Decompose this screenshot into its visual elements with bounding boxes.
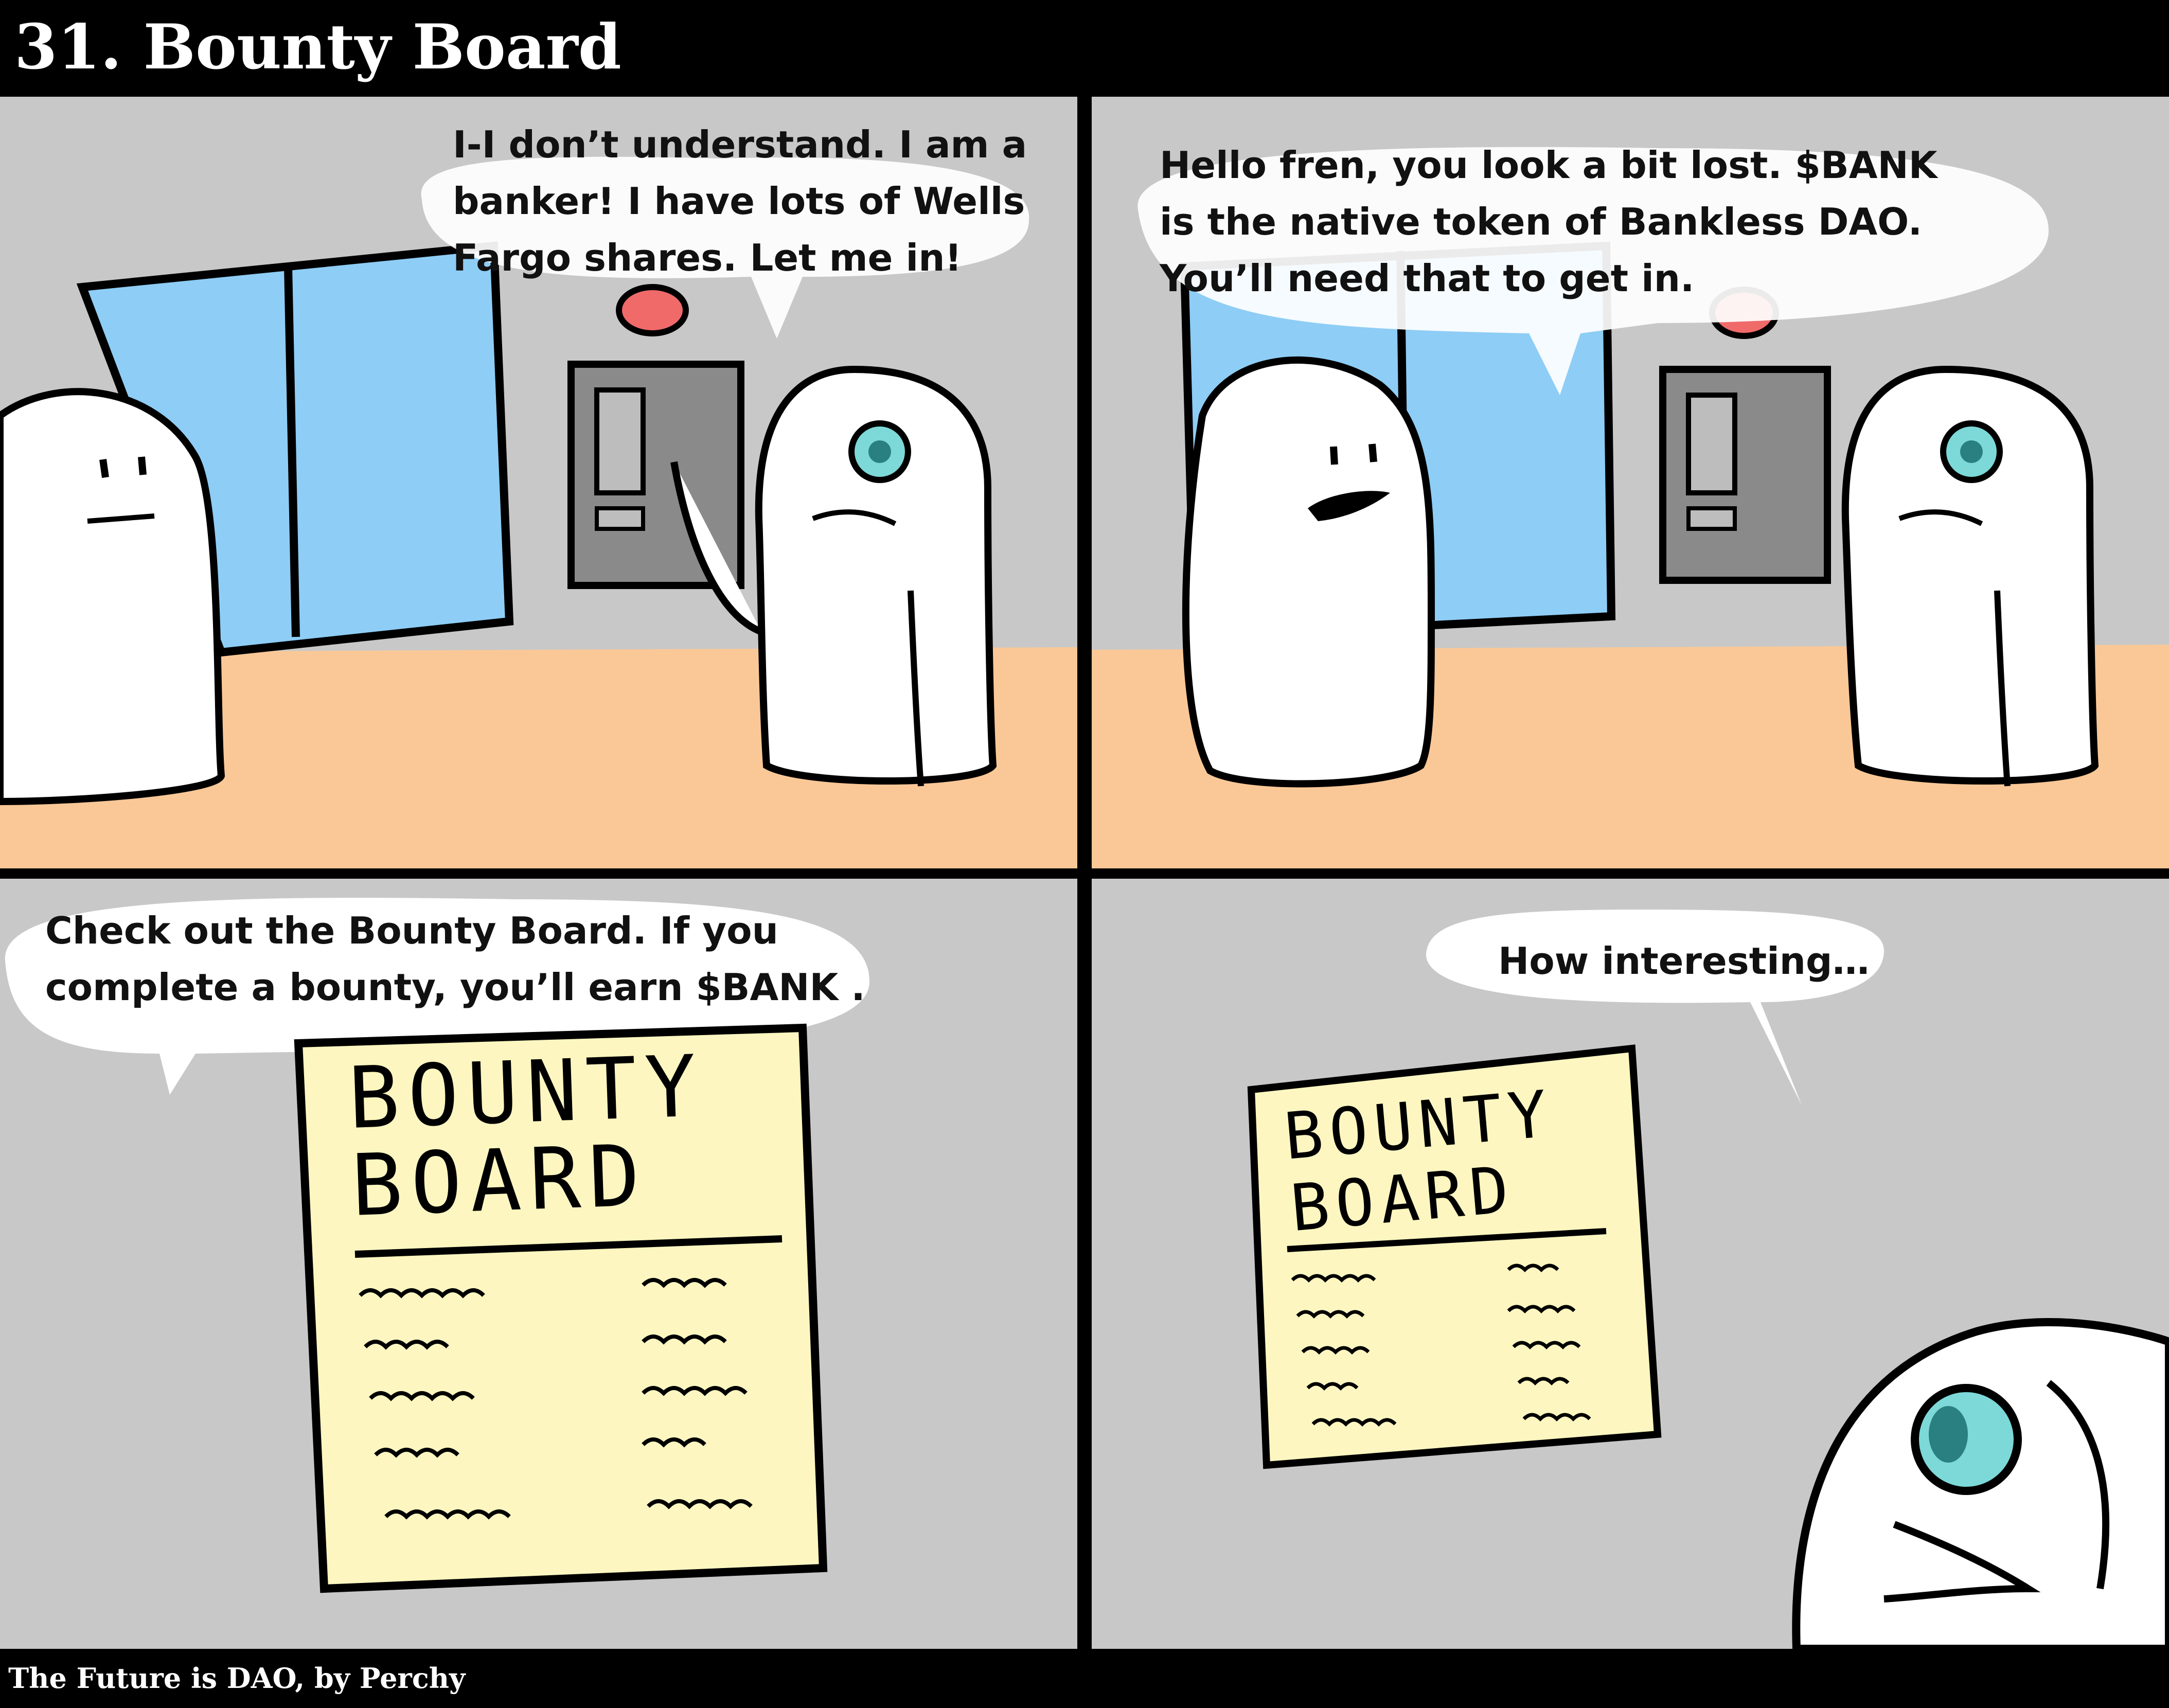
title-bar: 31. Bounty Board xyxy=(0,0,2169,93)
ghost-receptionist xyxy=(1182,357,1435,788)
comic-title: 31. Bounty Board xyxy=(14,11,621,83)
access-panel xyxy=(1659,366,1831,584)
ghost-receptionist xyxy=(0,388,225,806)
panel-2-speech: Hello fren, you look a bit lost. $BANK i… xyxy=(1160,144,1937,300)
poster-title: BOUNTY BOARD xyxy=(1282,1077,1562,1247)
panel-4-art xyxy=(1092,879,2169,1649)
ghost-banker xyxy=(755,365,997,787)
poster-title-line-1: BOUNTY xyxy=(346,1037,706,1148)
panel-4-speech: How interesting… xyxy=(1498,939,1870,983)
poster-title: BOUNTY BOARD xyxy=(346,1037,708,1235)
panel-4: How interesting… BOUNTY BOARD xyxy=(1092,879,2169,1649)
panel-3-speech: Check out the Bounty Board. If you compl… xyxy=(45,909,865,1009)
author-credit: The Future is DAO, by Perchy xyxy=(8,1662,466,1695)
footer-bar: The Future is DAO, by Perchy xyxy=(0,1649,2169,1708)
panel-3: Check out the Bounty Board. If you compl… xyxy=(0,879,1077,1649)
panel-1: I-I don’t understand. I am a banker! I h… xyxy=(0,97,1077,868)
panel-1-speech: I-I don’t understand. I am a banker! I h… xyxy=(453,123,1027,279)
panel-2: Hello fren, you look a bit lost. $BANK i… xyxy=(1092,97,2169,868)
ghost-banker xyxy=(1841,365,2099,787)
poster-title-line-2: BOARD xyxy=(349,1126,650,1235)
red-button-icon xyxy=(616,284,689,336)
